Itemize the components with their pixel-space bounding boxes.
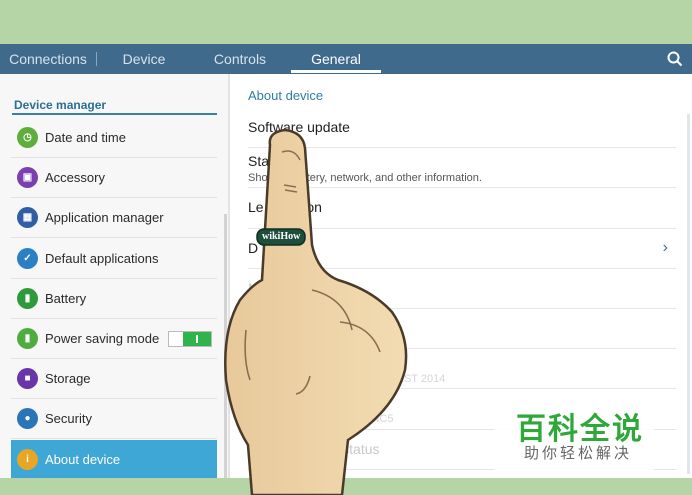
watermark-subtitle: 助你轻松解决 [524, 445, 633, 462]
sidebar-item-clock[interactable]: ◷ Date and time [11, 118, 217, 158]
storage-icon: ■ [17, 368, 38, 390]
grid-icon: ▦ [17, 207, 38, 229]
power-saving-icon: ▮ [17, 328, 38, 349]
wikihow-ring-label: wikiHow [262, 231, 301, 242]
sidebar-item-label: Battery [45, 290, 87, 306]
sidebar-item-security[interactable]: ● Security [11, 399, 217, 440]
sidebar-item-label: Security [45, 411, 92, 427]
battery-icon: ▮ [17, 287, 38, 309]
tab-connections[interactable]: Connections [0, 44, 96, 74]
about-row-subtitle: KOT49H.T530NUUEU1ANC5 [248, 413, 394, 426]
about-row[interactable]: D me › [248, 229, 676, 269]
about-row[interactable]: Kernel version 3.4.0 #1 Sun Mar 16 09:42:… [248, 349, 676, 390]
tab-controls[interactable]: Controls [192, 44, 288, 74]
sidebar-item-label: Storage [45, 371, 91, 387]
about-row-subtitle: 3.4.0 #1 Sun Mar 16 09:42:12 KST 2014 [248, 373, 446, 386]
about-row-title: Sta [248, 153, 270, 170]
settings-tab-bar: Connections Device Controls General [0, 44, 692, 74]
detail-scrollbar[interactable] [687, 114, 690, 474]
sidebar-item-info[interactable]: i About device [11, 439, 217, 478]
sidebar-item-label: About device [45, 451, 121, 467]
sidebar-item-storage[interactable]: ■ Storage [11, 359, 217, 400]
sidebar-item-power-saving[interactable]: ▮ Power saving mode [11, 319, 217, 359]
about-row[interactable]: Android version 4.4.2 [248, 309, 676, 350]
info-icon: i [17, 448, 38, 470]
chevron-right-icon[interactable]: › [663, 239, 668, 257]
sidebar-item-label: Accessory [45, 170, 105, 186]
toggle-on-knob [183, 332, 211, 346]
sidebar-header: Device manager [14, 98, 107, 112]
tab-device[interactable]: Device [96, 44, 192, 74]
sidebar-item-grid[interactable]: ▦ Application manager [11, 198, 217, 239]
about-row-subtitle: Sho s of battery, network, and other inf… [248, 172, 482, 185]
sidebar-item-label: Application manager [45, 210, 164, 226]
sidebar-item-accessory[interactable]: ▣ Accessory [11, 158, 217, 199]
about-row-title: Build number [248, 394, 331, 411]
sidebar-item-battery[interactable]: ▮ Battery [11, 279, 217, 319]
clock-icon: ◷ [17, 127, 38, 148]
about-row-title: Model number [248, 279, 338, 296]
sidebar-item-label: Power saving mode [45, 331, 160, 346]
selected-tab-indicator [291, 70, 381, 73]
about-row[interactable]: Software update [248, 108, 676, 149]
sidebar-scrollbar[interactable] [224, 214, 227, 478]
security-icon: ● [17, 408, 38, 430]
sidebar-item-apps-check[interactable]: ✓ Default applications [11, 239, 217, 279]
about-row-title: Software update [248, 119, 350, 135]
power-saving-toggle[interactable] [168, 331, 212, 347]
search-icon[interactable] [666, 50, 684, 68]
apps-check-icon: ✓ [17, 247, 38, 269]
sidebar-item-label: Default applications [45, 250, 159, 266]
about-row-title: Le ormation [248, 199, 322, 216]
about-row[interactable]: Sta Sho s of battery, network, and other … [248, 148, 676, 189]
sidebar: Device manager ◷ Date and time ▣ Accessory ▦… [0, 74, 228, 478]
about-row-subtitle: 4.4.2 [248, 333, 273, 345]
watermark: 百科全说 助你轻松解决 [494, 400, 654, 472]
accessory-icon: ▣ [17, 167, 38, 189]
about-row-title: SE for Android status [248, 440, 380, 457]
sidebar-header-divider [12, 113, 217, 115]
about-row-title: Kernel version [248, 354, 338, 371]
detail-header: About device [248, 88, 324, 103]
about-row-title: Android version [248, 314, 346, 330]
about-row[interactable]: Model number [248, 269, 676, 309]
about-row[interactable]: Le ormation [248, 188, 676, 229]
sidebar-item-label: Date and time [45, 130, 126, 145]
